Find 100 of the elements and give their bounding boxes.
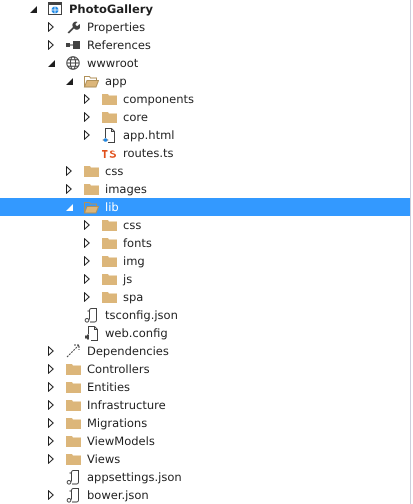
tree-item[interactable]: img (0, 252, 410, 270)
tree-item[interactable]: core (0, 108, 410, 126)
item-label: appsettings.json (87, 470, 182, 484)
wrench-icon (66, 20, 80, 34)
typescript-file-icon (102, 148, 116, 158)
item-label: lib (105, 200, 119, 214)
tree-item[interactable]: Entities (0, 378, 410, 396)
tree-item[interactable]: wwwroot (0, 54, 410, 72)
item-label: Infrastructure (87, 398, 166, 412)
tree-item[interactable]: Dependencies (0, 342, 410, 360)
tree-item[interactable]: js (0, 270, 410, 288)
item-label: web.config (105, 326, 168, 340)
collapsed-arrow-icon[interactable] (84, 238, 90, 248)
folder-icon (66, 417, 80, 429)
folder-icon (66, 363, 80, 375)
tree-item[interactable]: Controllers (0, 360, 410, 378)
collapsed-arrow-icon[interactable] (66, 166, 72, 176)
config-file-icon (84, 326, 98, 340)
item-label: Controllers (87, 362, 150, 376)
item-label: css (105, 164, 124, 178)
item-label: PhotoGallery (69, 2, 153, 16)
tree-item[interactable]: app.html (0, 126, 410, 144)
tree-item[interactable]: components (0, 90, 410, 108)
tree-item[interactable]: Properties (0, 18, 410, 36)
collapsed-arrow-icon[interactable] (48, 40, 54, 50)
arrow-icon (66, 344, 80, 358)
item-label: Properties (87, 20, 146, 34)
tree-item[interactable]: PhotoGallery (0, 0, 410, 18)
item-label: images (105, 182, 147, 196)
collapsed-arrow-icon[interactable] (48, 436, 54, 446)
item-label: spa (123, 290, 144, 304)
item-label: css (123, 218, 142, 232)
tree-item[interactable]: images (0, 180, 410, 198)
item-label: Migrations (87, 416, 148, 430)
tree-item[interactable]: tsconfig.json (0, 306, 410, 324)
folder-icon (102, 237, 116, 249)
tree-item[interactable]: fonts (0, 234, 410, 252)
tree-item[interactable]: css (0, 216, 410, 234)
html-file-icon (102, 128, 116, 142)
item-label: wwwroot (87, 56, 138, 70)
json-file-icon (66, 488, 80, 502)
item-label: Entities (87, 380, 130, 394)
tree-item[interactable]: app (0, 72, 410, 90)
collapsed-arrow-icon[interactable] (84, 256, 90, 266)
expanded-arrow-icon[interactable] (30, 6, 36, 12)
collapsed-arrow-icon[interactable] (48, 418, 54, 428)
folder-icon (102, 93, 116, 105)
json-file-icon (66, 470, 80, 484)
tree-item[interactable]: Migrations (0, 414, 410, 432)
tree-item[interactable]: css (0, 162, 410, 180)
json-file-icon (84, 308, 98, 322)
folder-icon (84, 183, 98, 195)
item-label: ViewModels (87, 434, 155, 448)
folder-icon (66, 399, 80, 411)
item-label: app.html (123, 128, 174, 142)
globe-icon (66, 56, 80, 70)
tree-item[interactable]: bower.json (0, 486, 410, 504)
collapsed-arrow-icon[interactable] (84, 94, 90, 104)
collapsed-arrow-icon[interactable] (48, 22, 54, 32)
folder-icon (84, 165, 98, 177)
collapsed-arrow-icon[interactable] (48, 364, 54, 374)
collapsed-arrow-icon[interactable] (66, 184, 72, 194)
item-label: Views (87, 452, 120, 466)
collapsed-arrow-icon[interactable] (48, 454, 54, 464)
open-folder-icon (83, 74, 99, 88)
item-label: bower.json (87, 488, 149, 502)
references-icon (66, 41, 80, 49)
item-label: components (123, 92, 194, 106)
folder-icon (102, 291, 116, 303)
collapsed-arrow-icon[interactable] (84, 292, 90, 302)
item-label: References (87, 38, 151, 52)
tree-item[interactable]: Infrastructure (0, 396, 410, 414)
folder-icon (102, 273, 116, 285)
folder-icon (102, 255, 116, 267)
tree-item[interactable]: routes.ts (0, 144, 410, 162)
tree-item[interactable]: web.config (0, 324, 410, 342)
collapsed-arrow-icon[interactable] (48, 382, 54, 392)
item-label: js (123, 272, 132, 286)
open-folder-icon (83, 200, 99, 214)
tree-item[interactable]: Views (0, 450, 410, 468)
collapsed-arrow-icon[interactable] (84, 130, 90, 140)
folder-icon (66, 381, 80, 393)
item-label: routes.ts (123, 146, 174, 160)
folder-icon (66, 435, 80, 447)
collapsed-arrow-icon[interactable] (84, 220, 90, 230)
tree-item[interactable]: appsettings.json (0, 468, 410, 486)
collapsed-arrow-icon[interactable] (84, 274, 90, 284)
item-label: app (105, 74, 127, 88)
folder-icon (102, 111, 116, 123)
item-label: core (123, 110, 148, 124)
collapsed-arrow-icon[interactable] (48, 490, 54, 500)
tree-item[interactable]: spa (0, 288, 410, 306)
tree-item[interactable]: ViewModels (0, 432, 410, 450)
expanded-arrow-icon[interactable] (66, 78, 72, 84)
collapsed-arrow-icon[interactable] (84, 112, 90, 122)
expanded-arrow-icon[interactable] (48, 60, 54, 66)
tree-item[interactable]: References (0, 36, 410, 54)
item-label: img (123, 254, 145, 268)
collapsed-arrow-icon[interactable] (48, 400, 54, 410)
collapsed-arrow-icon[interactable] (48, 346, 54, 356)
